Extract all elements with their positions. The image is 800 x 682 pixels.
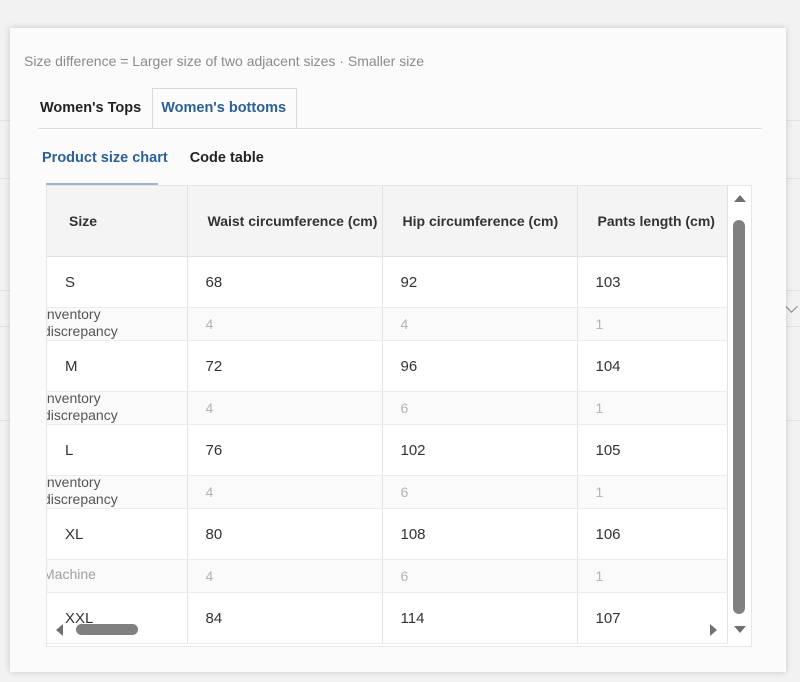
table-row: S 68 92 103	[47, 256, 728, 308]
size-table: Size Waist circumference (cm) Hip circum…	[47, 186, 728, 644]
waist-diff-cell: 4	[187, 559, 383, 593]
length-cell: 104	[577, 340, 728, 392]
table-row: L 76 102 105	[47, 424, 728, 476]
table-row-difference: Inventory discrepancy 4 6 1	[46, 390, 728, 425]
difference-label: Machine	[46, 566, 96, 582]
tabs-divider	[38, 128, 762, 129]
horizontal-scrollbar[interactable]	[50, 622, 720, 638]
length-cell: 106	[577, 508, 728, 560]
waist-diff-cell: 4	[187, 307, 383, 341]
size-cell: M	[47, 340, 188, 392]
hip-cell: 92	[382, 256, 578, 308]
size-table-container: Size Waist circumference (cm) Hip circum…	[46, 185, 752, 647]
hip-cell: 96	[382, 340, 578, 392]
table-row: XL 80 108 106	[47, 508, 728, 560]
difference-label: Inventory discrepancy	[46, 474, 118, 507]
length-diff-cell: 1	[577, 307, 728, 341]
table-header-row: Size Waist circumference (cm) Hip circum…	[47, 186, 728, 257]
table-row-difference: Inventory discrepancy 4 6 1	[46, 474, 728, 509]
table-row-difference: Inventory discrepancy 4 4 1	[46, 306, 728, 341]
size-cell: L	[47, 424, 188, 476]
header-hip: Hip circumference (cm)	[382, 186, 578, 257]
size-cell: XL	[47, 508, 188, 560]
horizontal-scroll-thumb[interactable]	[76, 624, 138, 635]
header-pants-length: Pants length (cm)	[577, 186, 728, 257]
subtab-product-size-chart[interactable]: Product size chart	[42, 150, 168, 166]
length-diff-cell: 1	[577, 391, 728, 425]
waist-cell: 72	[187, 340, 383, 392]
table-row: M 72 96 104	[47, 340, 728, 392]
size-chart-dialog: Size difference = Larger size of two adj…	[10, 28, 786, 672]
scroll-left-arrow-icon[interactable]	[56, 624, 63, 636]
header-size: Size	[47, 186, 188, 257]
hip-cell: 108	[382, 508, 578, 560]
length-diff-cell: 1	[577, 559, 728, 593]
hip-cell: 102	[382, 424, 578, 476]
vertical-scrollbar[interactable]	[732, 193, 748, 638]
tab-womens-tops[interactable]: Women's Tops	[38, 88, 152, 129]
length-cell: 103	[577, 256, 728, 308]
scroll-right-arrow-icon[interactable]	[710, 624, 717, 636]
hip-diff-cell: 6	[382, 559, 578, 593]
header-waist: Waist circumference (cm)	[187, 186, 383, 257]
difference-label: Inventory discrepancy	[46, 306, 118, 339]
waist-cell: 76	[187, 424, 383, 476]
difference-label: Inventory discrepancy	[46, 390, 118, 423]
subtab-code-table[interactable]: Code table	[190, 150, 264, 166]
waist-cell: 80	[187, 508, 383, 560]
hip-diff-cell: 6	[382, 391, 578, 425]
scroll-up-arrow-icon[interactable]	[734, 195, 746, 202]
hip-diff-cell: 6	[382, 475, 578, 509]
size-difference-hint: Size difference = Larger size of two adj…	[24, 53, 425, 69]
vertical-scroll-thumb[interactable]	[733, 220, 745, 614]
waist-diff-cell: 4	[187, 391, 383, 425]
hip-diff-cell: 4	[382, 307, 578, 341]
table-row-difference: Machine 4 6 1	[46, 559, 728, 593]
size-cell: S	[47, 256, 188, 308]
category-tabs: Women's Tops Women's bottoms	[38, 88, 298, 129]
chart-subtabs: Product size chart Code table	[42, 150, 286, 166]
waist-diff-cell: 4	[187, 475, 383, 509]
scroll-down-arrow-icon[interactable]	[734, 626, 746, 633]
length-cell: 105	[577, 424, 728, 476]
length-diff-cell: 1	[577, 475, 728, 509]
tab-womens-bottoms[interactable]: Women's bottoms	[152, 88, 298, 129]
bg-chevron-down-icon	[785, 300, 798, 313]
waist-cell: 68	[187, 256, 383, 308]
